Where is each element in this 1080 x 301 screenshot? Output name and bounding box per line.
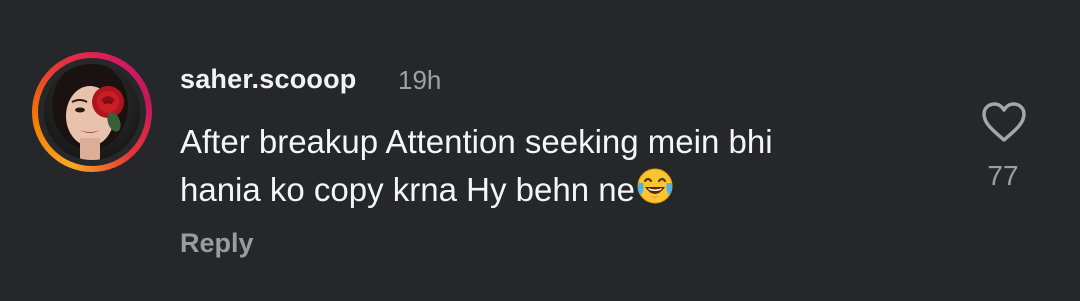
avatar-image [44,64,140,160]
username[interactable]: saher.scooop [180,64,356,95]
laughing-tears-emoji-icon [635,165,675,205]
comment-text-line2: hania ko copy krna Hy behn ne [180,171,635,208]
like-count: 77 [987,160,1019,191]
avatar[interactable] [44,64,140,160]
heart-outline-icon[interactable] [980,100,1028,144]
comment-text: After breakup Attention seeking mein bhi… [180,118,940,213]
reply-button[interactable]: Reply [180,228,254,259]
avatar-story-ring[interactable] [32,52,152,172]
comment-text-line1: After breakup Attention seeking mein bhi [180,123,773,160]
timestamp: 19h [398,65,442,95]
comment-item: saher.scooop 19h After breakup Attention… [0,0,1080,301]
